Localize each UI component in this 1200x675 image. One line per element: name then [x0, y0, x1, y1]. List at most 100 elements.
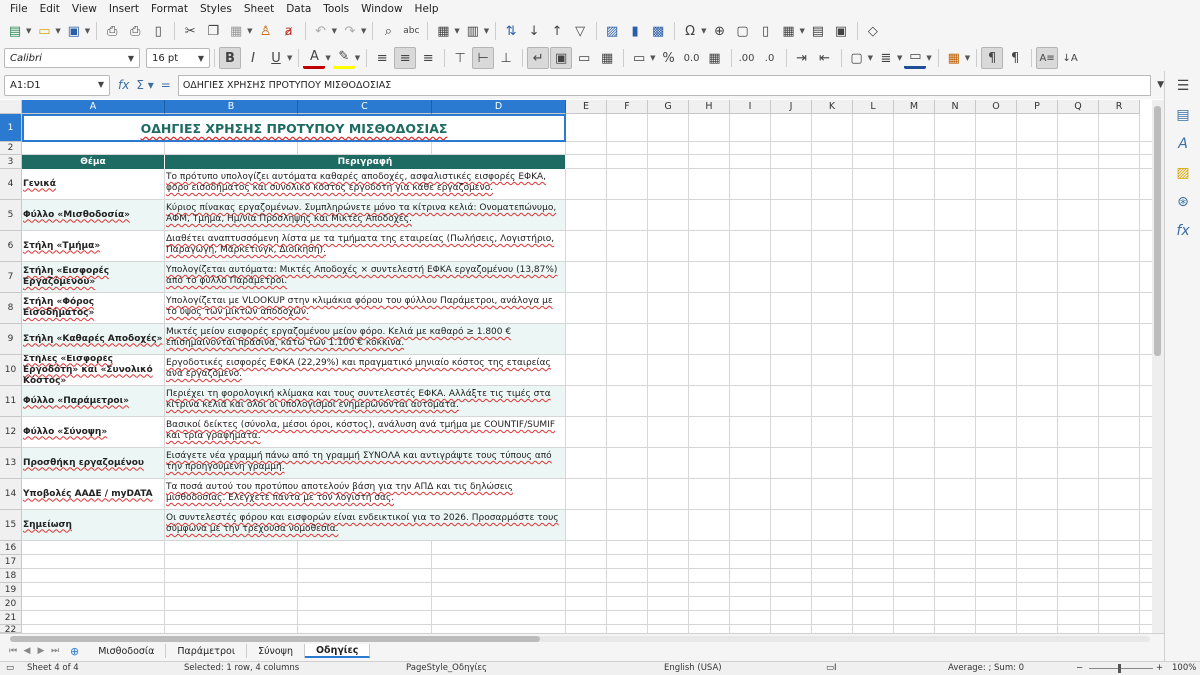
- column-header-q[interactable]: Q: [1058, 100, 1099, 114]
- bold-icon[interactable]: B: [219, 47, 241, 69]
- align-left-icon[interactable]: ≡: [371, 47, 393, 69]
- topic-cell[interactable]: Στήλη «Καθαρές Αποδοχές»: [22, 324, 165, 355]
- menu-item-edit[interactable]: Edit: [34, 3, 66, 15]
- styles-icon[interactable]: A: [1165, 129, 1200, 158]
- chevron-down-icon[interactable]: ▼: [868, 54, 873, 62]
- expand-formula-icon[interactable]: ▼: [1157, 80, 1164, 90]
- insert-chart-icon[interactable]: ▮: [624, 20, 646, 42]
- column-header-b[interactable]: B: [165, 100, 298, 114]
- decrease-indent-icon[interactable]: ⇤: [814, 47, 836, 69]
- menu-item-view[interactable]: View: [66, 3, 103, 15]
- underline-icon[interactable]: U: [265, 47, 287, 69]
- row-header-19[interactable]: 19: [0, 583, 22, 597]
- align-middle-icon[interactable]: ⊢: [472, 47, 495, 69]
- redo-icon[interactable]: ↷: [339, 20, 361, 42]
- tab-misthodosia[interactable]: Μισθοδοσία: [87, 644, 167, 658]
- menu-item-data[interactable]: Data: [280, 3, 317, 15]
- currency-format-icon[interactable]: ▭: [628, 47, 650, 69]
- row-header-10[interactable]: 10: [0, 355, 22, 386]
- conditional-format-icon[interactable]: ▦: [943, 47, 965, 69]
- menu-item-tools[interactable]: Tools: [317, 3, 355, 15]
- topic-cell[interactable]: Φύλλο «Σύνοψη»: [22, 417, 165, 448]
- function-wizard-icon[interactable]: fx: [118, 78, 129, 92]
- delete-decimal-icon[interactable]: .0: [759, 47, 781, 69]
- topic-cell[interactable]: Στήλη «Εισφορές Εργαζόμενου»: [22, 262, 165, 293]
- row-icon[interactable]: ▦: [432, 20, 454, 42]
- row-header-8[interactable]: 8: [0, 293, 22, 324]
- menu-item-insert[interactable]: Insert: [103, 3, 145, 15]
- header-cell-description[interactable]: Περιγραφή: [165, 155, 566, 169]
- first-sheet-icon[interactable]: ⏮: [6, 646, 20, 656]
- horizontal-scroll-thumb[interactable]: [10, 636, 540, 642]
- italic-icon[interactable]: I: [242, 47, 264, 69]
- formula-equals-icon[interactable]: =: [161, 78, 171, 92]
- chevron-down-icon[interactable]: ▼: [484, 27, 489, 35]
- row-header-4[interactable]: 4: [0, 169, 22, 200]
- new-document-icon[interactable]: ▤: [4, 20, 26, 42]
- align-bottom-icon[interactable]: ⊥: [495, 47, 517, 69]
- menu-item-file[interactable]: File: [4, 3, 34, 15]
- row-header-2[interactable]: 2: [0, 142, 22, 155]
- horizontal-scrollbar[interactable]: [10, 636, 1150, 642]
- print-icon[interactable]: ⎙: [124, 20, 146, 42]
- undo-icon[interactable]: ↶: [310, 20, 332, 42]
- pivot-table-icon[interactable]: ▩: [647, 20, 669, 42]
- chevron-down-icon[interactable]: ▼: [965, 54, 970, 62]
- chevron-down-icon[interactable]: ▼: [85, 27, 90, 35]
- left-to-right-icon[interactable]: ¶: [981, 47, 1004, 69]
- row-header-7[interactable]: 7: [0, 262, 22, 293]
- column-header-o[interactable]: O: [976, 100, 1017, 114]
- tab-parametroi[interactable]: Παράμετροι: [166, 644, 248, 658]
- selection-mode-icon[interactable]: ▭I: [826, 663, 837, 673]
- zoom-in-icon[interactable]: +: [1156, 663, 1163, 673]
- column-header-l[interactable]: L: [853, 100, 894, 114]
- row-header-13[interactable]: 13: [0, 448, 22, 479]
- chevron-down-icon[interactable]: ▼: [361, 27, 366, 35]
- save-icon[interactable]: ▣: [63, 20, 85, 42]
- percent-format-icon[interactable]: %: [658, 47, 680, 69]
- zoom-slider[interactable]: [1089, 668, 1153, 669]
- column-icon[interactable]: ▥: [462, 20, 484, 42]
- unmerge-cells-icon[interactable]: ▦: [596, 47, 618, 69]
- chevron-down-icon[interactable]: ▼: [926, 54, 931, 62]
- text-horizontal-icon[interactable]: A≡: [1036, 47, 1059, 69]
- text-vertical-icon[interactable]: ↓A: [1059, 47, 1081, 69]
- split-window-icon[interactable]: ▣: [830, 20, 852, 42]
- menu-item-help[interactable]: Help: [409, 3, 445, 15]
- highlight-color-icon[interactable]: ✎: [332, 47, 355, 69]
- column-header-k[interactable]: K: [812, 100, 853, 114]
- chevron-down-icon[interactable]: ▼: [93, 76, 109, 94]
- chevron-down-icon[interactable]: ▼: [454, 27, 459, 35]
- sort-descending-icon[interactable]: ↑: [546, 20, 568, 42]
- description-cell[interactable]: Εργοδοτικές εισφορές ΕΦΚΑ (22,29%) και π…: [165, 355, 566, 386]
- row-header-17[interactable]: 17: [0, 555, 22, 569]
- chevron-down-icon[interactable]: ▼: [650, 54, 655, 62]
- sum-icon[interactable]: Σ ▾: [136, 78, 153, 92]
- column-header-i[interactable]: I: [730, 100, 771, 114]
- last-sheet-icon[interactable]: ⏭: [48, 646, 62, 656]
- column-header-h[interactable]: H: [689, 100, 730, 114]
- topic-cell[interactable]: Στήλη «Φόρος Εισοδήματος»: [22, 293, 165, 324]
- topic-cell[interactable]: Στήλη «Τμήμα»: [22, 231, 165, 262]
- chevron-down-icon[interactable]: ▼: [897, 54, 902, 62]
- zoom-slider-handle[interactable]: [1118, 664, 1121, 673]
- topic-cell[interactable]: Φύλλο «Παράμετροι»: [22, 386, 165, 417]
- font-size-box[interactable]: 16 pt ▼: [146, 48, 210, 68]
- properties-icon[interactable]: ▤: [1165, 100, 1200, 129]
- chevron-down-icon[interactable]: ▼: [332, 27, 337, 35]
- menu-item-styles[interactable]: Styles: [194, 3, 238, 15]
- row-header-16[interactable]: 16: [0, 541, 22, 555]
- paste-icon[interactable]: ▦: [225, 20, 247, 42]
- topic-cell[interactable]: Υποβολές ΑΑΔΕ / myDATA: [22, 479, 165, 510]
- description-cell[interactable]: Οι συντελεστές φόρου και εισφορών είναι …: [165, 510, 566, 541]
- sum-status[interactable]: Average: ; Sum: 0: [948, 663, 1024, 673]
- description-cell[interactable]: Μικτές μείον εισφορές εργαζομένου μείον …: [165, 324, 566, 355]
- border-style-icon[interactable]: ≣: [875, 47, 897, 69]
- align-top-icon[interactable]: ⊤: [449, 47, 471, 69]
- topic-cell[interactable]: Σημείωση: [22, 510, 165, 541]
- wrap-text-icon[interactable]: ↵: [527, 47, 550, 69]
- zoom-level[interactable]: 100%: [1172, 663, 1196, 673]
- name-box[interactable]: A1:D1 ▼: [4, 74, 110, 96]
- show-draw-functions-icon[interactable]: ◇: [862, 20, 884, 42]
- hyperlink-icon[interactable]: ⊕: [709, 20, 731, 42]
